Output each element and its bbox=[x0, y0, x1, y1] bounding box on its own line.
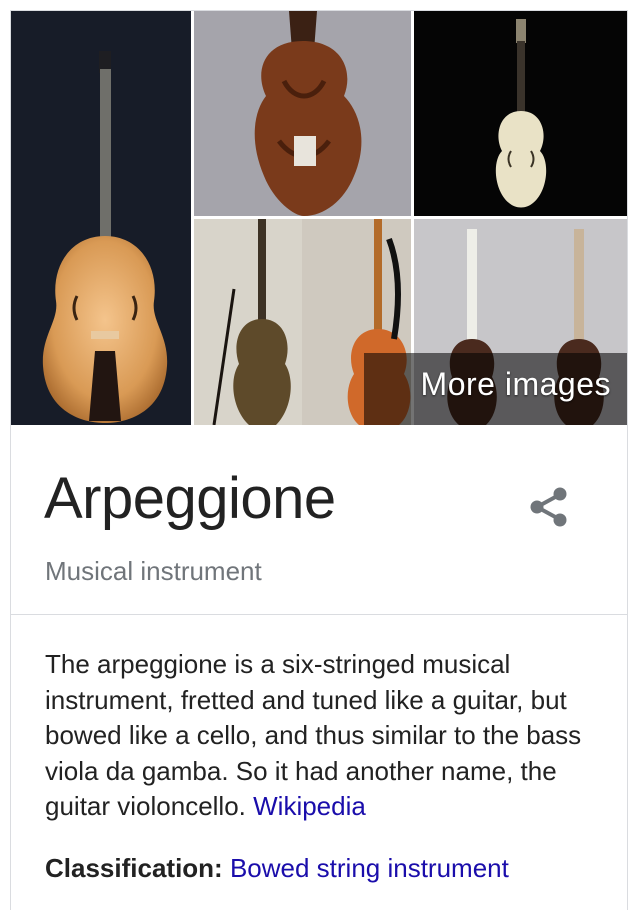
more-images-label: More images bbox=[420, 366, 611, 402]
arpeggione-image-1[interactable] bbox=[11, 11, 191, 425]
image-grid: More images bbox=[11, 11, 627, 425]
classification-row: Classification: Bowed string instrument bbox=[45, 853, 509, 884]
arpeggione-image-2[interactable] bbox=[194, 11, 411, 216]
description: The arpeggione is a six-stringed musical… bbox=[45, 647, 615, 825]
entity-title: Arpeggione bbox=[44, 466, 336, 531]
more-images-button[interactable]: More images bbox=[364, 353, 627, 425]
share-icon[interactable] bbox=[525, 483, 573, 531]
wikipedia-link[interactable]: Wikipedia bbox=[253, 791, 366, 821]
title-section: Arpeggione Musical instrument bbox=[11, 425, 627, 615]
arpeggione-image-3[interactable] bbox=[414, 11, 627, 216]
classification-link[interactable]: Bowed string instrument bbox=[230, 853, 509, 883]
knowledge-panel: More images Arpeggione Musical instrumen… bbox=[10, 10, 628, 910]
entity-subtitle: Musical instrument bbox=[45, 556, 262, 586]
classification-label: Classification: bbox=[45, 853, 223, 883]
